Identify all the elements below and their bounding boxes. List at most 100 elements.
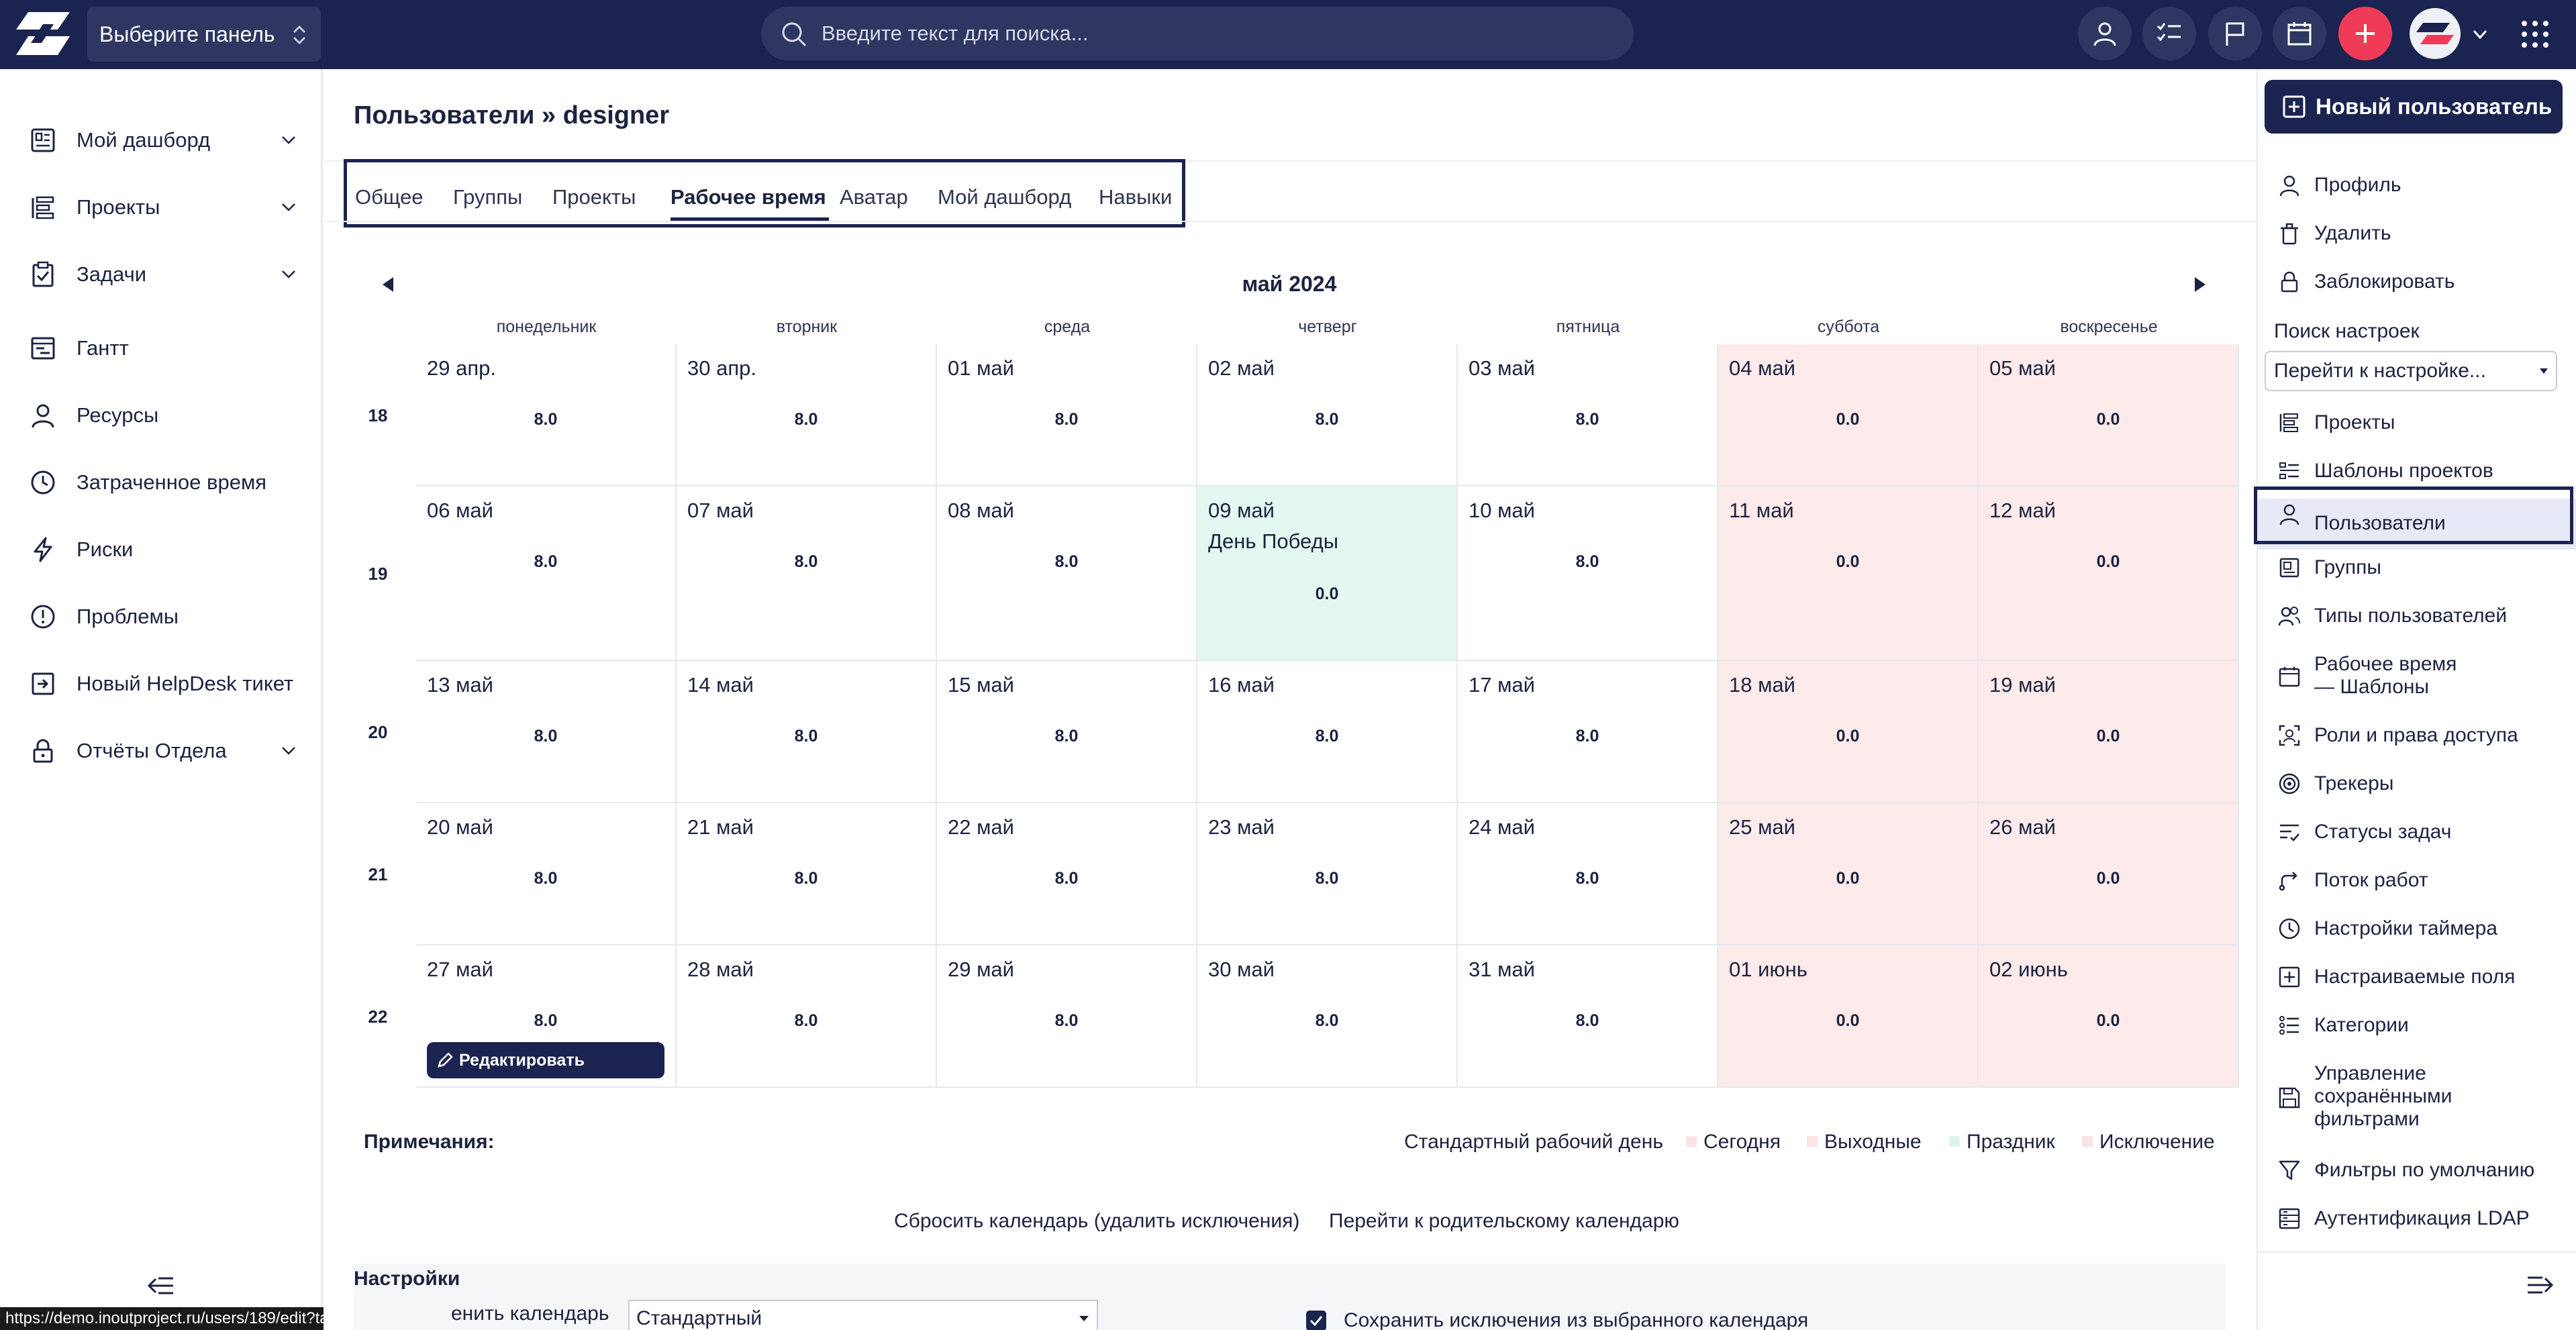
calendar-template-select[interactable]: Стандартный [628,1300,1098,1330]
calendar-day[interactable]: 25 май 0.0 [1718,803,1979,945]
calendar-day[interactable]: 26 май 0.0 [1979,803,2239,945]
settings-item-lock[interactable]: Заблокировать [2258,266,2576,297]
profile-button[interactable] [2078,7,2132,60]
prev-month-icon[interactable] [380,276,395,293]
apps-grid-icon[interactable] [2518,17,2552,51]
avatar[interactable] [2410,8,2461,59]
calendar-day[interactable]: 31 май 8.0 [1458,945,1718,1088]
day-date: 29 апр. [427,356,496,380]
settings-item-list[interactable]: Шаблоны проектов [2258,456,2576,487]
calendar-day[interactable]: 08 май 8.0 [937,487,1197,661]
calendar-day[interactable]: 27 май 8.0 Редактировать [416,945,677,1088]
tab-groups[interactable]: Группы [453,185,522,209]
calendar-day[interactable]: 06 май 8.0 [416,487,677,661]
calendar-day[interactable]: 03 май 8.0 [1458,344,1718,487]
settings-item-trash[interactable]: Удалить [2258,218,2576,249]
sidebar-item-tasks[interactable]: Задачи [0,248,322,301]
settings-item-status[interactable]: Статусы задач [2258,817,2576,848]
edit-day-button[interactable]: Редактировать [427,1042,664,1078]
calendar-day[interactable]: 11 май 0.0 [1718,487,1979,661]
tab-projects[interactable]: Проекты [552,185,636,209]
new-user-button[interactable]: Новый пользователь [2265,80,2563,134]
sidebar-item-risks[interactable]: Риски [0,523,322,576]
weekday-header: четверг [1298,317,1357,336]
sidebar-item-helpdesk[interactable]: Новый HelpDesk тикет [0,657,322,711]
settings-item-clock[interactable]: Настройки таймера [2258,913,2576,944]
settings-item-plus-square[interactable]: Настраиваемые поля [2258,962,2576,992]
settings-item-workflow[interactable]: Поток работ [2258,865,2576,896]
collapse-sidebar-icon[interactable] [144,1269,177,1302]
calendar-day[interactable]: 15 май 8.0 [937,661,1197,803]
settings-item-ldap[interactable]: Аутентификация LDAP [2258,1203,2576,1234]
alert-icon [31,605,55,629]
sidebar-item-gantt[interactable]: Гантт [0,321,322,375]
calendar-day[interactable]: 01 июнь 0.0 [1718,945,1979,1088]
collapse-panel-icon[interactable] [2525,1269,2557,1301]
create-button[interactable] [2338,7,2392,60]
settings-item-group[interactable]: Группы [2258,552,2576,583]
keep-exceptions-checkbox[interactable] [1306,1311,1326,1330]
calendar-day[interactable]: 05 май 0.0 [1979,344,2239,487]
tab-avatar[interactable]: Аватар [840,185,908,209]
calendar-day[interactable]: 17 май 8.0 [1458,661,1718,803]
calendar-button[interactable] [2273,7,2326,60]
sidebar-item-time-spent[interactable]: Затраченное время [0,456,322,509]
sidebar-item-dept-reports[interactable]: Отчёты Отдела [0,724,322,778]
tab-my-dashboard[interactable]: Мой дашборд [938,185,1071,209]
calendar-day[interactable]: 28 май 8.0 [677,945,937,1088]
settings-item-target[interactable]: Трекеры [2258,768,2576,799]
sidebar-item-projects[interactable]: Проекты [0,181,322,234]
settings-item-users[interactable]: Типы пользователей [2258,601,2576,631]
settings-item-save[interactable]: Управление сохранёнными фильтрами [2258,1058,2576,1137]
calendar-day[interactable]: 29 май 8.0 [937,945,1197,1088]
calendar-day[interactable]: 18 май 0.0 [1718,661,1979,803]
sidebar-item-label: Мой дашборд [77,128,211,152]
tab-general[interactable]: Общее [355,185,424,209]
next-month-icon[interactable] [2193,276,2208,293]
search-input[interactable]: Введите текст для поиска... [761,7,1634,60]
settings-item-categories[interactable]: Категории [2258,1010,2576,1041]
sidebar-item-resources[interactable]: Ресурсы [0,389,322,442]
chevron-down-icon[interactable] [2470,24,2490,44]
calendar-day[interactable]: 30 апр. 8.0 [677,344,937,487]
calendar-day[interactable]: 10 май 8.0 [1458,487,1718,661]
calendar-day[interactable]: 01 май 8.0 [937,344,1197,487]
calendar-day[interactable]: 14 май 8.0 [677,661,937,803]
calendar-day[interactable]: 20 май 8.0 [416,803,677,945]
tab-working-time[interactable]: Рабочее время [671,185,826,209]
calendar-day[interactable]: 12 май 0.0 [1979,487,2239,661]
calendar-day[interactable]: 04 май 0.0 [1718,344,1979,487]
keep-exceptions-label: Сохранить исключения из выбранного кален… [1344,1309,1809,1330]
settings-item-user[interactable]: Профиль [2258,170,2576,201]
tasks-button[interactable] [2142,7,2196,60]
calendar-day[interactable]: 02 июнь 0.0 [1979,945,2239,1088]
calendar-day[interactable]: 19 май 0.0 [1979,661,2239,803]
chevron-down-icon [282,203,295,211]
app-logo-icon[interactable] [16,9,70,58]
calendar-day[interactable]: 21 май 8.0 [677,803,937,945]
sidebar-item-problems[interactable]: Проблемы [0,590,322,644]
parent-calendar-button[interactable]: Перейти к родительскому календарю [1329,1210,1679,1233]
calendar-day[interactable]: 29 апр. 8.0 [416,344,677,487]
settings-item-filter[interactable]: Фильтры по умолчанию [2258,1155,2576,1186]
settings-search-select[interactable]: Перейти к настройке... [2265,351,2557,391]
sidebar-item-dashboard[interactable]: Мой дашборд [0,113,322,167]
settings-item-projects[interactable]: Проекты [2258,407,2576,438]
calendar-day[interactable]: 02 май 8.0 [1197,344,1458,487]
sidebar-item-label: Затраченное время [77,470,267,494]
calendar-day[interactable]: 22 май 8.0 [937,803,1197,945]
settings-item-roles[interactable]: Роли и права доступа [2258,720,2576,751]
calendar-day[interactable]: 09 май День Победы 0.0 [1197,487,1458,661]
calendar-day[interactable]: 24 май 8.0 [1458,803,1718,945]
calendar-day[interactable]: 07 май 8.0 [677,487,937,661]
sidebar: Мой дашборд Проекты Задачи Гантт Ресурсы… [0,69,322,1330]
calendar-day[interactable]: 23 май 8.0 [1197,803,1458,945]
calendar-day[interactable]: 13 май 8.0 [416,661,677,803]
calendar-day[interactable]: 16 май 8.0 [1197,661,1458,803]
settings-item-calendar[interactable]: Рабочее время — Шаблоны [2258,649,2576,704]
calendar-day[interactable]: 30 май 8.0 [1197,945,1458,1088]
reset-calendar-button[interactable]: Сбросить календарь (удалить исключения) [894,1210,1299,1233]
panel-select[interactable]: Выберите панель [87,7,321,62]
tab-skills[interactable]: Навыки [1099,185,1172,209]
flag-button[interactable] [2208,7,2262,60]
